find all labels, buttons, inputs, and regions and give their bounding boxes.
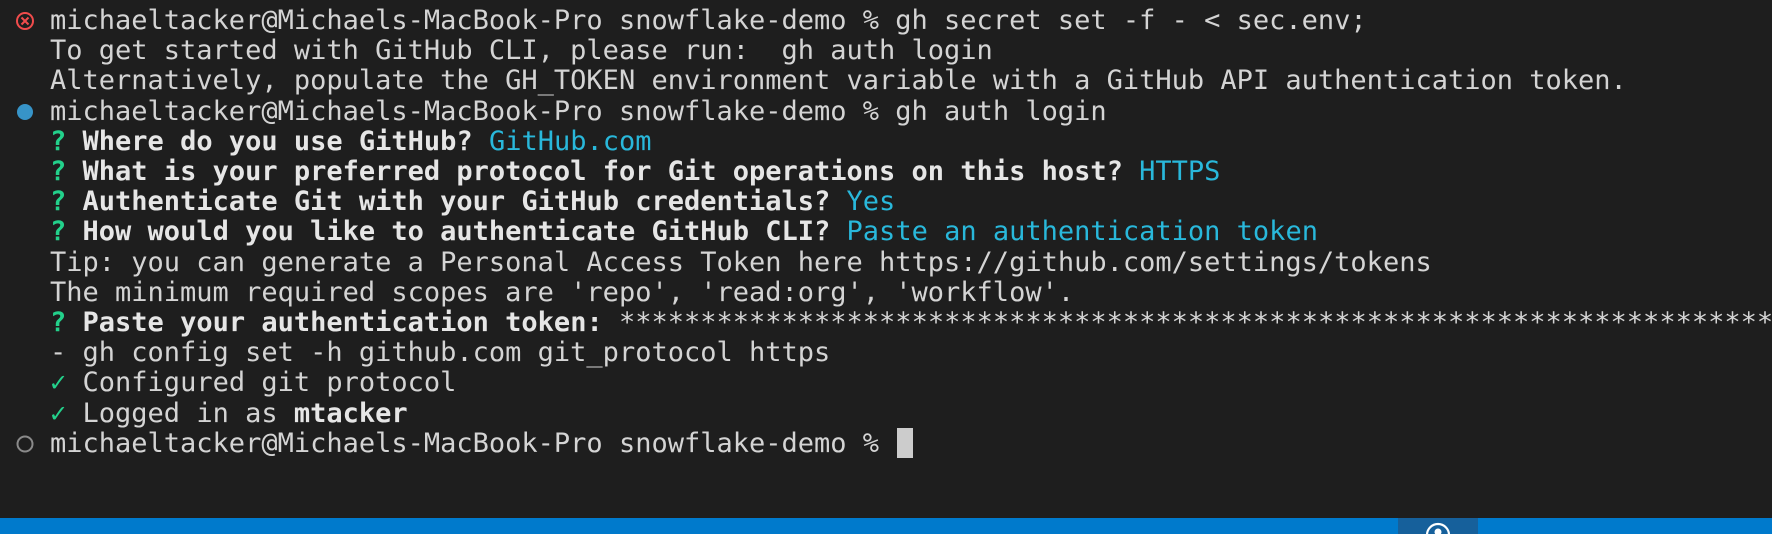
shell-prompt: michaeltacker@Michaels-MacBook-Pro snowf… <box>50 5 896 36</box>
question-text: What is your preferred protocol for Git … <box>82 156 1123 187</box>
account-icon <box>1425 522 1451 534</box>
question-mark-icon: ? <box>50 186 67 217</box>
question-text: Authenticate Git with your GitHub creden… <box>82 186 831 217</box>
shell-prompt: michaeltacker@Michaels-MacBook-Pro snowf… <box>50 428 896 459</box>
answer-text: Paste an authentication token <box>846 216 1318 247</box>
terminal-cursor <box>897 428 914 458</box>
prompt-question-line: ? What is your preferred protocol for Gi… <box>50 155 1220 189</box>
output-text: The minimum required scopes are 'repo', … <box>50 277 1075 308</box>
success-text: Configured git protocol <box>82 367 457 398</box>
username-text: mtacker <box>293 398 408 429</box>
question-text: Paste your authentication token: <box>82 307 603 338</box>
question-mark-icon: ? <box>50 156 67 187</box>
output-text: To get started with GitHub CLI, please r… <box>50 35 993 66</box>
command-text: gh auth login <box>895 96 1107 127</box>
output-text: Alternatively, populate the GH_TOKEN env… <box>50 65 1627 96</box>
shell-prompt: michaeltacker@Michaels-MacBook-Pro snowf… <box>50 96 896 127</box>
prompt-question-line: ? Paste your authentication token: *****… <box>50 306 1772 340</box>
status-bar <box>0 518 1772 534</box>
output-line: - gh config set -h github.com git_protoc… <box>50 336 830 370</box>
answer-text: HTTPS <box>1139 156 1221 187</box>
command-text: gh secret set -f - < sec.env; <box>895 5 1367 36</box>
question-mark-icon: ? <box>50 307 67 338</box>
question-mark-icon: ? <box>50 216 67 247</box>
success-line: ✓ Configured git protocol <box>50 366 456 400</box>
prompt-question-line: ? How would you like to authenticate Git… <box>50 215 1318 249</box>
prompt-question-line: ? Where do you use GitHub? GitHub.com <box>50 125 652 159</box>
error-circle-icon[interactable] <box>14 4 36 38</box>
output-line: Alternatively, populate the GH_TOKEN env… <box>50 64 1627 98</box>
output-line: Tip: you can generate a Personal Access … <box>50 246 1432 280</box>
status-bar-item[interactable] <box>1398 518 1478 534</box>
output-line: The minimum required scopes are 'repo', … <box>50 276 1074 310</box>
success-text: Logged in as <box>82 398 294 429</box>
answer-text: GitHub.com <box>488 126 652 157</box>
answer-text: Yes <box>846 186 896 217</box>
output-text: - gh config set -h github.com git_protoc… <box>50 337 831 368</box>
command-line: michaeltacker@Michaels-MacBook-Pro snowf… <box>50 427 914 461</box>
command-line: michaeltacker@Michaels-MacBook-Pro snowf… <box>50 95 1107 129</box>
output-line: To get started with GitHub CLI, please r… <box>50 34 993 68</box>
question-text: How would you like to authenticate GitHu… <box>82 216 831 247</box>
prompt-question-line: ? Authenticate Git with your GitHub cred… <box>50 185 895 219</box>
answer-text: ****************************************… <box>618 307 1772 338</box>
success-dot-icon[interactable] <box>14 95 36 129</box>
idle-circle-icon[interactable] <box>14 427 36 461</box>
check-icon: ✓ <box>50 367 67 398</box>
output-text: Tip: you can generate a Personal Access … <box>50 247 1432 278</box>
check-icon: ✓ <box>50 398 67 429</box>
question-mark-icon: ? <box>50 126 67 157</box>
question-text: Where do you use GitHub? <box>82 126 473 157</box>
command-line: michaeltacker@Michaels-MacBook-Pro snowf… <box>50 4 1367 38</box>
terminal-panel[interactable]: michaeltacker@Michaels-MacBook-Pro snowf… <box>0 0 1772 518</box>
success-line: ✓ Logged in as mtacker <box>50 397 408 431</box>
